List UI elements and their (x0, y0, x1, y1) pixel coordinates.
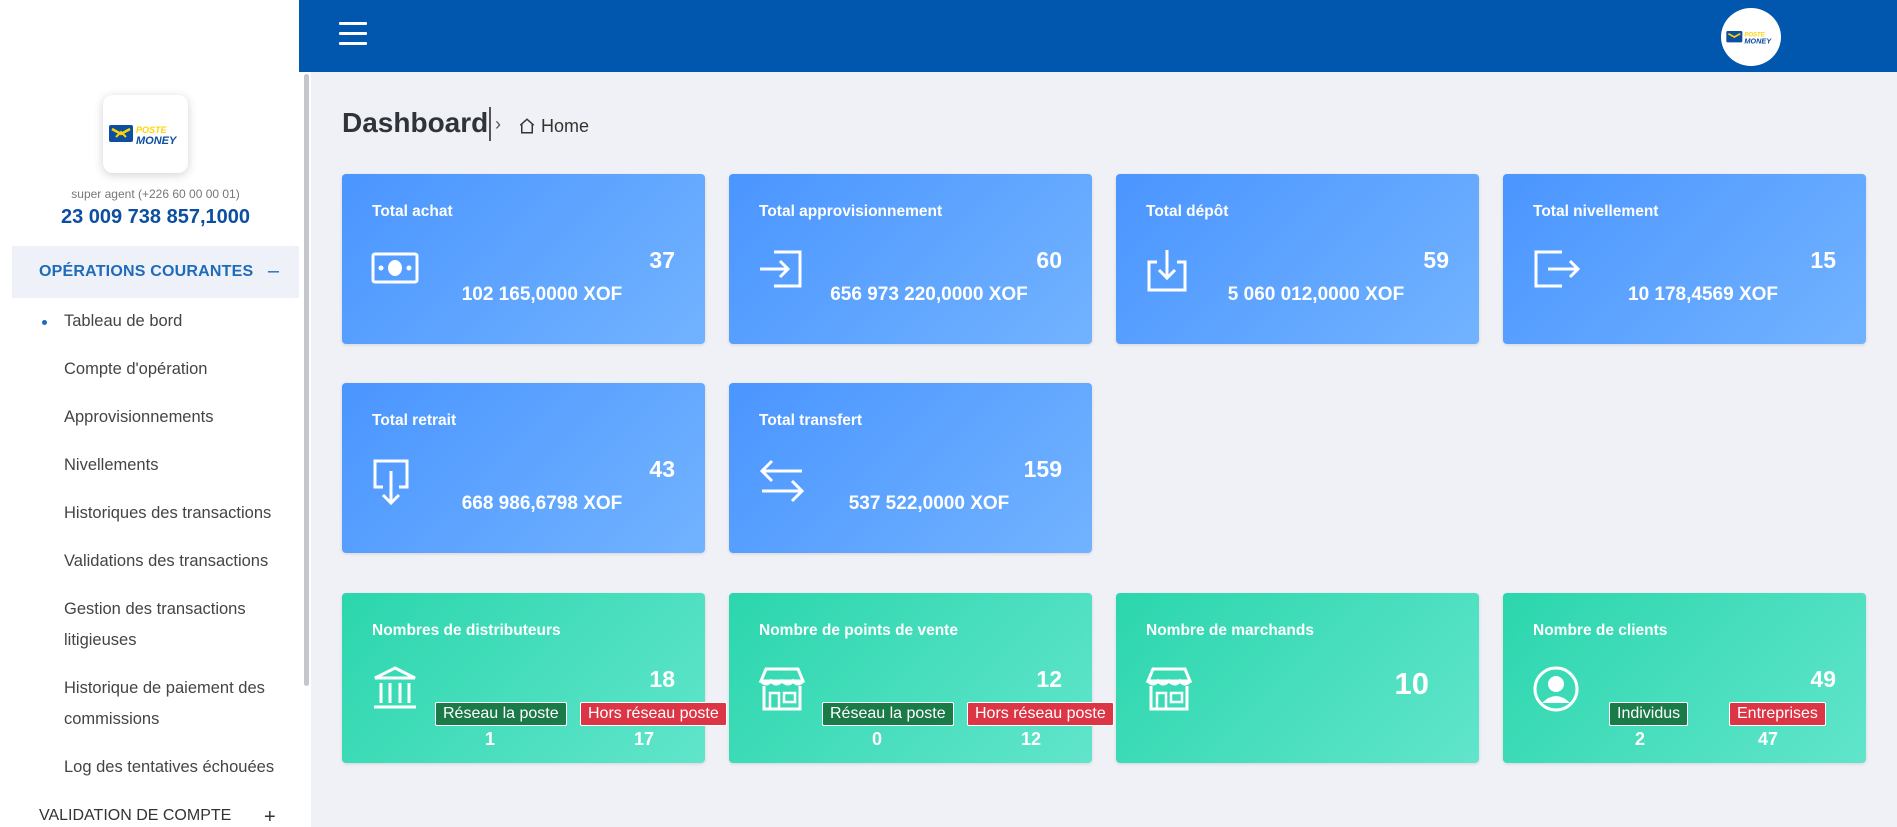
card-count: 43 (649, 456, 675, 482)
stat-clients[interactable]: Nombre de clients 49 Individus Entrepris… (1503, 593, 1866, 763)
stat-value-hors-reseau: 12 (1020, 729, 1042, 749)
badge-reseau-poste: Réseau la poste (822, 702, 954, 726)
breadcrumb-divider (489, 107, 491, 141)
card-total-achat[interactable]: Total achat 37 102 165,0000 XOF (342, 174, 705, 344)
card-total-approvisionnement[interactable]: Total approvisionnement 60 656 973 220,0… (729, 174, 1092, 344)
page-title: Dashboard (342, 107, 489, 138)
card-total-nivellement[interactable]: Total nivellement 15 10 178,4569 XOF (1503, 174, 1866, 344)
card-count: 37 (649, 247, 675, 273)
card-count: 12 (1036, 666, 1062, 692)
sidebar-section-validation-compte[interactable]: VALIDATION DE COMPTE (39, 807, 231, 825)
hamburger-line (339, 32, 367, 35)
card-title: Total retrait (372, 412, 457, 429)
stat-points-de-vente[interactable]: Nombre de points de vente 12 Réseau la p… (729, 593, 1114, 763)
breadcrumb-home[interactable]: Home (541, 116, 589, 137)
sidebar-item-approvisionnements[interactable]: Approvisionnements (64, 402, 294, 433)
collapse-icon[interactable]: – (268, 260, 279, 283)
sidebar-item-log-tentatives[interactable]: Log des tentatives échouées (64, 752, 294, 783)
card-total-transfert[interactable]: Total transfert 159 537 522,0000 XOF (729, 383, 1092, 553)
card-title: Nombre de clients (1533, 622, 1668, 639)
sidebar-section-label: OPÉRATIONS COURANTES (39, 263, 254, 280)
topbar: POSTE MONEY (299, 0, 1897, 72)
expand-icon[interactable]: + (264, 806, 276, 827)
store-icon (758, 667, 806, 711)
store-icon (1145, 667, 1193, 711)
agent-balance: 23 009 738 857,1000 (60, 206, 251, 228)
card-amount: 537 522,0000 XOF (848, 493, 1010, 514)
card-count: 10 (1394, 666, 1429, 701)
stat-value-individus: 2 (1634, 729, 1645, 749)
agent-role: super agent (+226 60 00 00 01) (71, 187, 240, 201)
card-count: 18 (649, 666, 675, 692)
sidebar-section-operations[interactable]: OPÉRATIONS COURANTES – (12, 246, 299, 298)
user-avatar[interactable]: POSTE MONEY (1721, 8, 1781, 66)
sidebar-item-compte-operation[interactable]: Compte d'opération (64, 354, 294, 385)
sidebar-item-validations-transactions[interactable]: Validations des transactions (64, 546, 294, 577)
chevron-right-icon: › (495, 114, 501, 134)
card-total-depot[interactable]: Total dépôt 59 5 060 012,0000 XOF (1116, 174, 1479, 344)
card-title: Total achat (372, 203, 453, 220)
sidebar-item-transactions-litigieuses[interactable]: Gestion des transactions litigieuses (64, 594, 294, 656)
badge-reseau-poste: Réseau la poste (435, 702, 567, 726)
card-count: 60 (1036, 247, 1062, 273)
badge-individus: Individus (1609, 702, 1689, 726)
card-amount: 10 178,4569 XOF (1628, 284, 1778, 305)
card-count: 49 (1810, 666, 1836, 692)
badge-entreprises: Entreprises (1729, 702, 1826, 726)
user-circle-icon (1533, 666, 1579, 712)
card-amount: 668 986,6798 XOF (461, 493, 623, 514)
sidebar-scrollbar[interactable] (304, 74, 309, 686)
card-title: Total approvisionnement (759, 203, 943, 220)
sidebar-item-historiques-transactions[interactable]: Historiques des transactions (64, 498, 294, 529)
card-count: 59 (1423, 247, 1449, 273)
svg-text:POSTE: POSTE (136, 125, 168, 135)
card-title: Total transfert (759, 412, 863, 429)
bank-icon (374, 666, 416, 709)
home-icon (519, 118, 535, 134)
hamburger-line (339, 22, 367, 25)
card-title: Total nivellement (1533, 203, 1659, 220)
hamburger-line (339, 42, 367, 45)
card-amount: 102 165,0000 XOF (461, 284, 623, 305)
card-title: Total dépôt (1146, 203, 1229, 220)
sidebar-item-tableau-de-bord[interactable]: Tableau de bord (42, 306, 294, 337)
stat-value-entreprises: 47 (1757, 729, 1779, 749)
stat-distributeurs[interactable]: Nombres de distributeurs 18 Réseau la po… (342, 593, 727, 763)
stat-value-hors-reseau: 17 (633, 729, 655, 749)
stat-value-reseau: 0 (871, 729, 882, 749)
stat-marchands[interactable]: Nombre de marchands 10 (1116, 593, 1479, 763)
card-title: Nombres de distributeurs (372, 622, 561, 639)
menu-toggle-button[interactable] (339, 22, 367, 46)
sidebar: POSTE MONEY super agent (+226 60 00 00 0… (0, 0, 311, 827)
card-amount: 5 060 012,0000 XOF (1227, 284, 1405, 305)
badge-hors-reseau: Hors réseau poste (967, 702, 1114, 726)
svg-text:MONEY: MONEY (1744, 37, 1772, 46)
svg-text:MONEY: MONEY (136, 135, 178, 147)
stat-value-reseau: 1 (484, 729, 495, 749)
card-title: Nombre de marchands (1146, 622, 1314, 639)
card-title: Nombre de points de vente (759, 622, 958, 639)
money-icon (371, 252, 419, 284)
sidebar-item-historique-commissions[interactable]: Historique de paiement des commissions (64, 673, 294, 735)
poste-money-logo: POSTE MONEY (103, 95, 188, 173)
sidebar-item-nivellements[interactable]: Nivellements (64, 450, 294, 481)
card-total-retrait[interactable]: Total retrait 43 668 986,6798 XOF (342, 383, 705, 553)
badge-hors-reseau: Hors réseau poste (580, 702, 727, 726)
card-count: 159 (1023, 456, 1062, 482)
card-amount: 656 973 220,0000 XOF (830, 284, 1028, 305)
card-count: 15 (1810, 247, 1836, 273)
